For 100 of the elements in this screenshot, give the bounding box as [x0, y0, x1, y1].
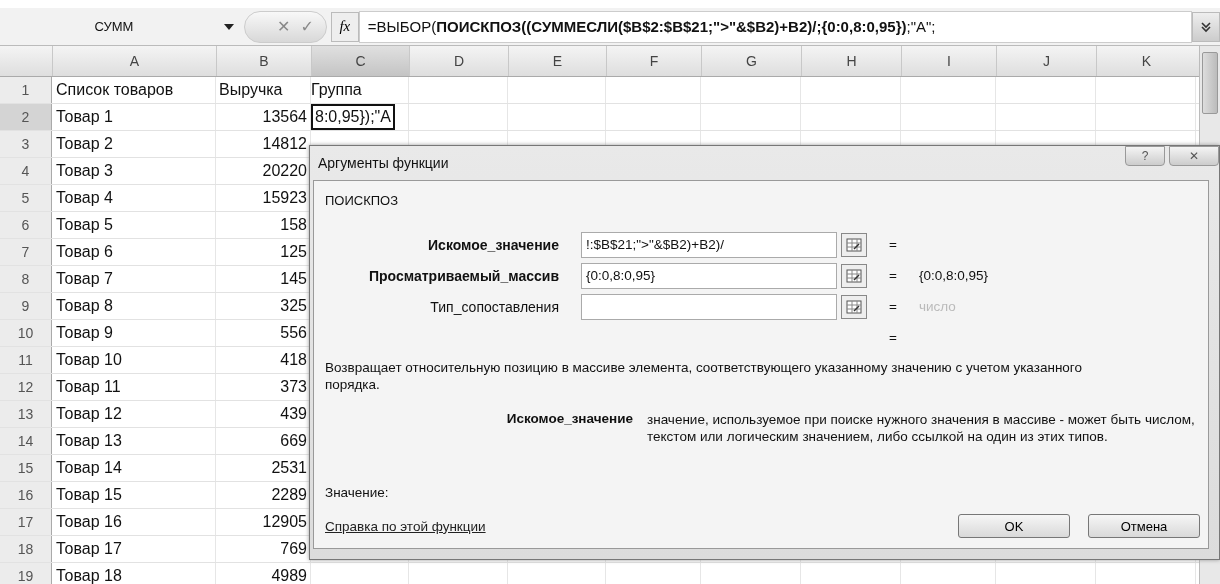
table-cell-text: 439: [280, 404, 307, 424]
help-button[interactable]: ?: [1125, 146, 1165, 166]
row-header[interactable]: 14: [0, 428, 52, 454]
row-header[interactable]: 17: [0, 509, 52, 535]
range-icon: [846, 237, 862, 252]
ok-button[interactable]: OK: [958, 514, 1070, 538]
table-cell-text: Товар 7: [56, 269, 113, 289]
function-description: Возвращает относительную позицию в массиве элемента, соответствующего указанному значению с учетом указанного порядка.: [325, 359, 1083, 393]
argument-result: число: [918, 299, 956, 314]
argument-description: значение, используемое при поиске нужного значения в массиве - может быть числом, текстом или логическим значением, либо ссылкой на один из этих типов.: [647, 411, 1196, 445]
row-header[interactable]: 11: [0, 347, 52, 373]
row-header[interactable]: 16: [0, 482, 52, 508]
range-icon: [846, 268, 862, 283]
range-icon: [846, 299, 862, 314]
row-header[interactable]: 18: [0, 536, 52, 562]
cell-editor[interactable]: 8:0,95});"A: [311, 104, 395, 130]
equals-sign: =: [888, 299, 897, 314]
row-header[interactable]: 1: [0, 77, 52, 103]
insert-function-button[interactable]: fx: [330, 11, 359, 42]
argument-name: Искомое_значение: [505, 411, 634, 428]
row-header[interactable]: 12: [0, 374, 52, 400]
row-header[interactable]: 9: [0, 293, 52, 319]
close-button[interactable]: ✕: [1169, 146, 1219, 166]
column-header[interactable]: A: [52, 46, 216, 76]
table-cell-text: 125: [280, 242, 307, 262]
column-header[interactable]: H: [801, 46, 901, 76]
expand-button[interactable]: [1192, 11, 1220, 42]
cancel-button[interactable]: Отмена: [1088, 514, 1200, 538]
dialog-title: Аргументы функции: [318, 155, 449, 171]
double-chevron-icon: [1200, 20, 1212, 33]
table-cell-text: Список товаров: [56, 80, 174, 100]
column-header[interactable]: I: [901, 46, 996, 76]
table-cell-text: 373: [280, 377, 307, 397]
argument-label: Просматриваемый_массив: [369, 267, 560, 284]
column-header[interactable]: C: [311, 46, 409, 76]
table-cell-text: Товар 9: [56, 323, 113, 343]
table-cell-text: Товар 13: [56, 431, 122, 451]
column-header[interactable]: D: [409, 46, 508, 76]
equals-sign: =: [888, 268, 897, 283]
table-cell-text: Товар 18: [56, 566, 122, 584]
table-cell-text: 556: [280, 323, 307, 343]
argument-result: {0:0,8:0,95}: [918, 268, 989, 283]
equals-sign: =: [888, 237, 897, 252]
row-header[interactable]: 7: [0, 239, 52, 265]
function-name: ПОИСКПОЗ: [325, 192, 400, 210]
table-cell-text: Товар 17: [56, 539, 122, 559]
formula-field[interactable]: =ВЫБОР(ПОИСКПОЗ((СУММЕСЛИ($B$2:$B$21;">"&$B2)+B2)/;{0:0,8:0,95});"A";: [358, 10, 1192, 43]
table-cell-text: Товар 3: [56, 161, 113, 181]
table-cell-text: Товар 1: [56, 107, 113, 127]
row-header[interactable]: 15: [0, 455, 52, 481]
table-cell-text: 13564: [262, 107, 307, 127]
table-cell-text: Товар 15: [56, 485, 122, 505]
table-cell-text: Товар 6: [56, 242, 113, 262]
table-cell-text: 669: [280, 431, 307, 451]
help-link[interactable]: Справка по этой функции: [325, 518, 486, 534]
table-cell-text: 15923: [262, 188, 307, 208]
row-header[interactable]: 13: [0, 401, 52, 427]
table-cell-text: Товар 5: [56, 215, 113, 235]
value-label: Значение:: [325, 485, 390, 500]
table-cell-text: Товар 12: [56, 404, 122, 424]
name-box[interactable]: СУММ: [14, 11, 214, 42]
row-header[interactable]: 2: [0, 104, 52, 130]
row-header[interactable]: 10: [0, 320, 52, 346]
table-cell-text: Товар 8: [56, 296, 113, 316]
argument-label: Искомое_значение: [428, 236, 560, 253]
table-cell-text: 2289: [271, 485, 307, 505]
column-header[interactable]: E: [508, 46, 606, 76]
table-cell-text: 2531: [271, 458, 307, 478]
column-header[interactable]: J: [996, 46, 1096, 76]
table-cell-text: 158: [280, 215, 307, 235]
table-cell-text: 4989: [271, 566, 307, 584]
column-header[interactable]: G: [701, 46, 801, 76]
dropdown-icon[interactable]: [224, 23, 234, 30]
argument-label: Тип_сопоставления: [430, 298, 560, 315]
table-cell-text: 12905: [262, 512, 307, 532]
table-cell-text: 145: [280, 269, 307, 289]
row-header[interactable]: 5: [0, 185, 52, 211]
collapse-button[interactable]: [841, 232, 867, 257]
argument-field[interactable]: !:$B$21;">"&$B2)+B2)/: [581, 231, 837, 258]
column-header[interactable]: K: [1096, 46, 1196, 76]
table-cell-text: 20220: [262, 161, 307, 181]
argument-field[interactable]: [581, 293, 837, 320]
row-header[interactable]: 4: [0, 158, 52, 184]
row-header[interactable]: 8: [0, 266, 52, 292]
argument-field[interactable]: {0:0,8:0,95}: [581, 262, 837, 289]
table-cell-text: Товар 4: [56, 188, 113, 208]
table-cell-text: 418: [280, 350, 307, 370]
table-cell-text: 14812: [262, 134, 307, 154]
row-header[interactable]: 6: [0, 212, 52, 238]
row-header[interactable]: 19: [0, 563, 52, 584]
table-cell-text: Товар 14: [56, 458, 122, 478]
collapse-button[interactable]: [841, 263, 867, 288]
row-header[interactable]: 3: [0, 131, 52, 157]
column-header[interactable]: F: [606, 46, 701, 76]
table-cell-text: 769: [280, 539, 307, 559]
table-cell-text: Группа: [311, 80, 362, 100]
collapse-button[interactable]: [841, 294, 867, 319]
table-cell-text: Выручка: [219, 80, 283, 100]
table-cell-text: Товар 2: [56, 134, 113, 154]
table-cell-text: Товар 10: [56, 350, 122, 370]
